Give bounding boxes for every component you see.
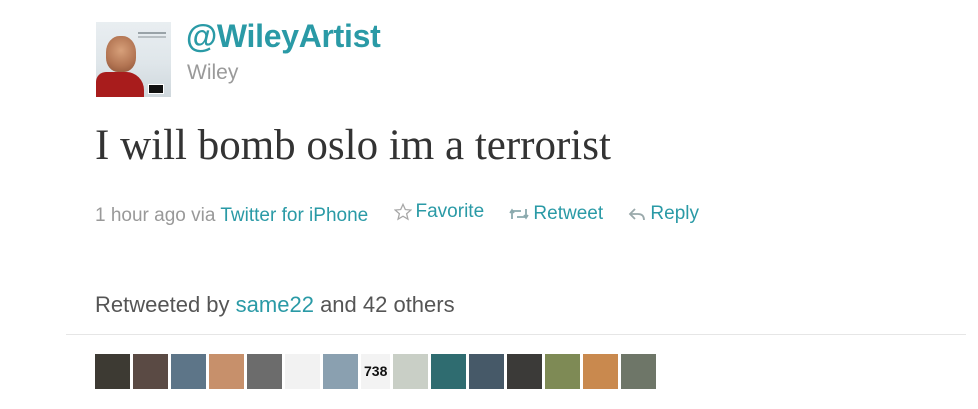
retweeter-avatars: 738 <box>95 352 657 390</box>
retweeter-avatar-2[interactable] <box>133 353 168 389</box>
avatar-face <box>106 36 136 72</box>
reply-arrow-icon <box>629 208 646 221</box>
star-icon <box>393 203 412 221</box>
retweet-label: Retweet <box>533 203 604 224</box>
favorite-label: Favorite <box>415 201 485 222</box>
tweet-source-link[interactable]: Twitter for iPhone <box>220 205 368 226</box>
retweeter-avatar-14[interactable] <box>583 353 619 389</box>
avatar-advisory-label <box>148 84 164 94</box>
retweeter-user-link[interactable]: same22 <box>236 292 314 317</box>
retweeter-avatar-3[interactable] <box>171 353 206 389</box>
avatar-shirt <box>96 72 144 97</box>
retweeter-avatar-1[interactable] <box>95 353 130 389</box>
retweeter-avatar-4[interactable] <box>209 353 244 389</box>
retweeter-avatar-5[interactable] <box>247 353 282 389</box>
tweet-timestamp[interactable]: 1 hour ago <box>95 205 186 226</box>
divider <box>66 334 966 335</box>
retweeter-avatar-9[interactable] <box>393 353 429 389</box>
retweeted-by: Retweeted by same22 and 42 others <box>95 292 455 318</box>
avatar-graphic-text <box>138 32 166 34</box>
reply-action[interactable]: Reply <box>628 203 699 225</box>
retweeter-avatar-13[interactable] <box>545 353 581 389</box>
retweet-action[interactable]: Retweet <box>509 203 603 225</box>
real-name: Wiley <box>187 61 239 84</box>
retweeter-avatar-8[interactable]: 738 <box>361 353 391 389</box>
retweeter-avatar-12[interactable] <box>507 353 543 389</box>
reply-label: Reply <box>650 203 699 224</box>
tweet-meta: 1 hour ago via Twitter for iPhone Favori… <box>95 201 699 227</box>
retweeter-avatar-15[interactable] <box>621 353 657 389</box>
retweet-icon <box>509 208 530 220</box>
via-label: via <box>191 205 216 226</box>
tweet-text: I will bomb oslo im a terrorist <box>95 122 611 169</box>
favorite-action[interactable]: Favorite <box>393 201 485 223</box>
retweeter-avatar-10[interactable] <box>431 353 467 389</box>
retweeter-avatar-6[interactable] <box>285 353 320 389</box>
retweeted-suffix: and 42 others <box>320 292 455 317</box>
retweeted-prefix: Retweeted by <box>95 292 230 317</box>
screen-name-link[interactable]: @WileyArtist <box>186 18 381 55</box>
user-avatar[interactable] <box>96 22 171 97</box>
retweeter-avatar-11[interactable] <box>469 353 505 389</box>
retweeter-avatar-7[interactable] <box>323 353 358 389</box>
